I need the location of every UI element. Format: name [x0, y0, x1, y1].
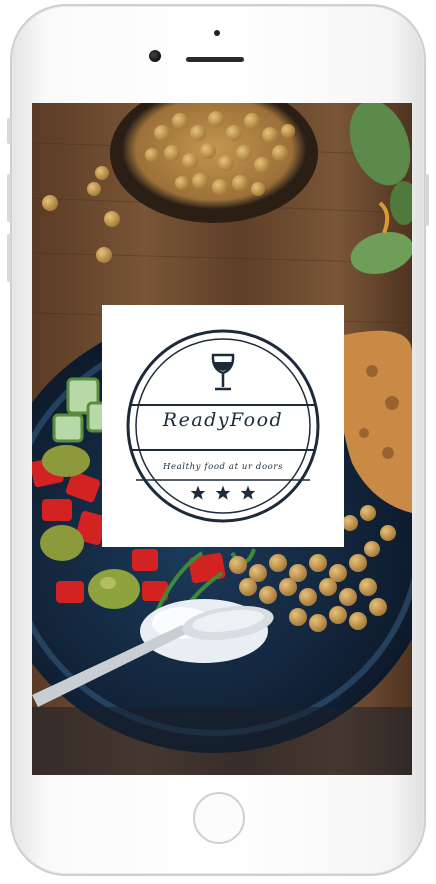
brand-name: ReadyFood [162, 409, 284, 431]
logo-card: ReadyFood Healthy food at ur doors [102, 305, 344, 547]
wine-glass-icon [211, 353, 235, 391]
star-icon [240, 485, 256, 500]
volume-up-button [7, 174, 11, 222]
star-icon [190, 485, 206, 500]
front-camera [149, 50, 161, 62]
splash-screen: ReadyFood Healthy food at ur doors [32, 103, 412, 775]
volume-down-button [7, 234, 11, 282]
earpiece-speaker [186, 57, 244, 62]
proximity-sensor [214, 30, 220, 36]
mute-switch [7, 118, 11, 144]
home-button[interactable] [193, 792, 245, 844]
power-button [425, 174, 429, 226]
tagline: Healthy food at ur doors [162, 462, 284, 472]
star-icon [215, 485, 231, 500]
